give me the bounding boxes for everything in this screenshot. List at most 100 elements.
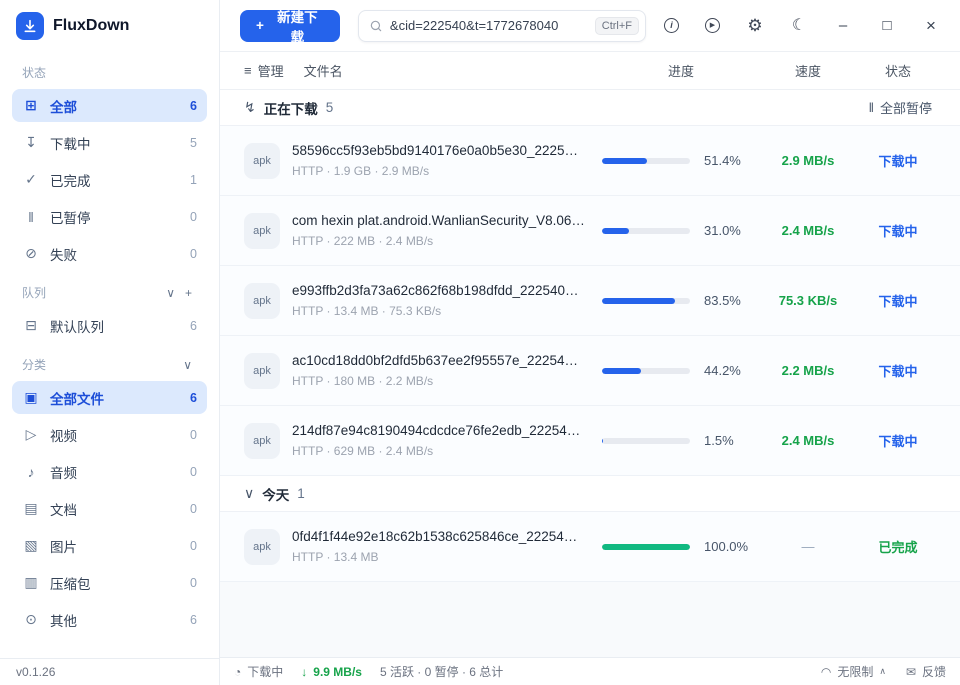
info-icon[interactable]: i [664, 18, 679, 33]
new-download-button[interactable]: + 新建下载 [240, 10, 340, 42]
manage-button[interactable]: ≡ 管理 [244, 61, 284, 80]
app-title: FluxDown [53, 17, 129, 35]
item-count: 6 [190, 613, 197, 627]
filetype-badge: apk [244, 213, 280, 249]
topbar: + 新建下载 Ctrl+F i ▶ ⚙ ☾ – □ × [220, 0, 960, 52]
speed-limit-button[interactable]: ◠ 无限制 ∧ [821, 663, 886, 680]
progress-bar [602, 438, 690, 444]
status-label[interactable]: 下载中 [856, 431, 940, 450]
minimize-button[interactable]: – [834, 17, 852, 35]
file-name: ac10cd18dd0bf2dfd5b637ee2f95557e_22254… [292, 353, 578, 368]
sidebar-item-docs[interactable]: ▤ 文档 0 [12, 492, 207, 525]
close-button[interactable]: × [922, 17, 940, 35]
sidebar-item-video[interactable]: ▷ 视频 0 [12, 418, 207, 451]
status-label[interactable]: 下载中 [856, 151, 940, 170]
group-header-today: ∨ 今天 1 [220, 476, 960, 512]
progress-percent: 44.2% [704, 363, 741, 378]
sidebar-item-completed[interactable]: ✓ 已完成 1 [12, 163, 207, 196]
search-box[interactable]: Ctrl+F [358, 10, 646, 42]
audio-icon: ♪ [22, 464, 40, 480]
theme-moon-icon[interactable]: ☾ [790, 17, 808, 35]
sidebar-item-label: 音频 [50, 462, 77, 482]
pause-icon: ‖ [22, 209, 40, 225]
settings-gear-icon[interactable]: ⚙ [746, 17, 764, 35]
filetype-badge: apk [244, 283, 280, 319]
status-label[interactable]: 已完成 [856, 537, 940, 556]
group-title: 正在下载 [264, 98, 318, 118]
file-name: 58596cc5f93eb5bd9140176e0a0b5e30_2225… [292, 143, 578, 158]
file-meta: HTTP · 629 MB · 2.4 MB/s [292, 444, 580, 458]
sidebar-item-downloading[interactable]: ↧ 下载中 5 [12, 126, 207, 159]
download-row[interactable]: apk com hexin plat.android.WanlianSecuri… [220, 196, 960, 266]
video-icon: ▷ [22, 426, 40, 443]
download-row[interactable]: apk e993ffb2d3fa73a62c862f68b198dfdd_222… [220, 266, 960, 336]
pause-all-button[interactable]: ‖ 全部暂停 [869, 98, 936, 117]
search-input[interactable] [390, 18, 588, 33]
download-row[interactable]: apk 58596cc5f93eb5bd9140176e0a0b5e30_222… [220, 126, 960, 196]
chevron-up-icon: ∧ [879, 666, 886, 677]
status-label[interactable]: 下载中 [856, 361, 940, 380]
item-count: 6 [190, 391, 197, 405]
play-circle-icon[interactable]: ▶ [705, 18, 720, 33]
sidebar-item-audio[interactable]: ♪ 音频 0 [12, 455, 207, 488]
search-icon [369, 19, 383, 33]
status-label[interactable]: 下载中 [856, 291, 940, 310]
section-queue-label: 队列 ∨ + [12, 272, 207, 307]
sidebar-item-label: 图片 [50, 536, 77, 556]
table-header: ≡ 管理 文件名 进度 速度 状态 [220, 52, 960, 90]
column-progress: 进度 [602, 61, 760, 80]
file-name: com hexin plat.android.WanlianSecurity_V… [292, 213, 585, 228]
chevron-down-icon[interactable]: ∨ [244, 485, 254, 502]
file-meta: HTTP · 13.4 MB [292, 550, 577, 564]
sidebar-item-images[interactable]: ▧ 图片 0 [12, 529, 207, 562]
item-count: 0 [190, 502, 197, 516]
item-count: 0 [190, 539, 197, 553]
download-icon: ↧ [22, 134, 40, 151]
item-count: 5 [190, 136, 197, 150]
file-meta: HTTP · 13.4 MB · 75.3 KB/s [292, 304, 579, 318]
download-row[interactable]: apk ac10cd18dd0bf2dfd5b637ee2f95557e_222… [220, 336, 960, 406]
group-header-downloading: ↯ 正在下载 5 ‖ 全部暂停 [220, 90, 960, 126]
maximize-button[interactable]: □ [878, 17, 896, 35]
status-label[interactable]: 下载中 [856, 221, 940, 240]
sidebar-item-paused[interactable]: ‖ 已暂停 0 [12, 200, 207, 233]
sidebar-item-label: 已暂停 [50, 207, 91, 227]
sidebar-item-archives[interactable]: ▥ 压缩包 0 [12, 566, 207, 599]
item-count: 1 [190, 173, 197, 187]
sidebar-item-failed[interactable]: ⊘ 失败 0 [12, 237, 207, 270]
download-row[interactable]: apk 214df87e94c8190494cdcdce76fe2edb_222… [220, 406, 960, 476]
item-count: 6 [190, 99, 197, 113]
download-speed: 2.4 MB/s [760, 223, 856, 238]
search-shortcut-badge: Ctrl+F [595, 17, 639, 35]
download-row[interactable]: apk 0fd4f1f44e92e18c62b1538c625846ce_222… [220, 512, 960, 582]
download-speed: — [760, 539, 856, 554]
queue-collapse-icon[interactable]: ∨ [161, 286, 180, 300]
other-icon: ⊙ [22, 611, 40, 628]
filetype-badge: apk [244, 529, 280, 565]
progress-percent: 83.5% [704, 293, 741, 308]
filetype-badge: apk [244, 423, 280, 459]
add-queue-button[interactable]: + [180, 286, 197, 300]
file-meta: HTTP · 1.9 GB · 2.9 MB/s [292, 164, 578, 178]
category-collapse-icon[interactable]: ∨ [178, 358, 197, 372]
item-count: 0 [190, 428, 197, 442]
sidebar-item-label: 下载中 [50, 133, 91, 153]
section-status-label: 状态 [12, 52, 207, 87]
sidebar-item-label: 全部文件 [50, 388, 104, 408]
document-icon: ▤ [22, 500, 40, 517]
progress-percent: 31.0% [704, 223, 741, 238]
sidebar-item-all[interactable]: ⊞ 全部 6 [12, 89, 207, 122]
sidebar-item-other[interactable]: ⊙ 其他 6 [12, 603, 207, 636]
column-speed: 速度 [760, 61, 856, 80]
sidebar-item-all-files[interactable]: ▣ 全部文件 6 [12, 381, 207, 414]
app-logo-icon [16, 12, 44, 40]
brand: FluxDown [12, 0, 207, 52]
files-icon: ▣ [22, 389, 40, 406]
feedback-button[interactable]: ✉ 反馈 [906, 663, 946, 680]
grid-icon: ⊞ [22, 97, 40, 114]
group-count: 1 [297, 486, 305, 501]
sidebar-item-default-queue[interactable]: ⊟ 默认队列 6 [12, 309, 207, 342]
filetype-badge: apk [244, 353, 280, 389]
file-name: e993ffb2d3fa73a62c862f68b198dfdd_222540… [292, 283, 579, 298]
group-count: 5 [326, 100, 334, 115]
